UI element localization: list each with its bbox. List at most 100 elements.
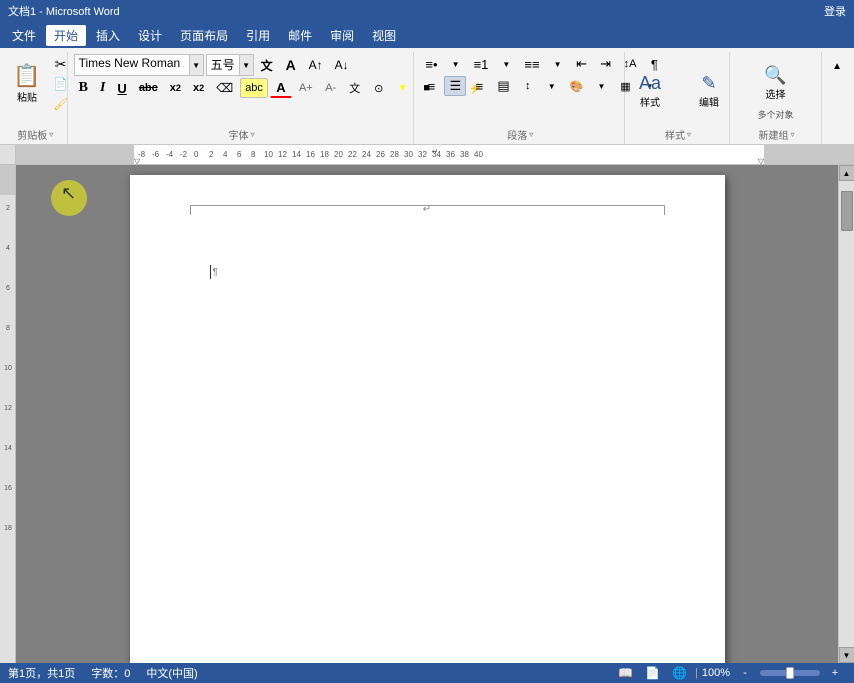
- svg-text:2: 2: [6, 205, 10, 212]
- font-label-button[interactable]: 文: [256, 55, 278, 75]
- svg-text:26: 26: [376, 150, 385, 159]
- multilevel-list-button[interactable]: ≡≡: [519, 54, 544, 74]
- menu-view[interactable]: 视图: [364, 25, 404, 46]
- numbering-button[interactable]: ≡1: [469, 54, 494, 74]
- vertical-scrollbar[interactable]: ▲ ▼: [838, 165, 854, 663]
- menu-review[interactable]: 审阅: [322, 25, 362, 46]
- strikethrough-button[interactable]: abc: [134, 78, 163, 98]
- scroll-thumb[interactable]: [841, 191, 853, 231]
- paste-button[interactable]: 📋 粘贴: [8, 54, 46, 114]
- scroll-up-button[interactable]: ▲: [839, 165, 854, 181]
- line-spacing-arrow[interactable]: ▼: [541, 76, 563, 96]
- page-header: ↵: [190, 205, 665, 206]
- align-center-button[interactable]: ☰: [444, 76, 466, 96]
- web-layout-button[interactable]: 🌐: [668, 663, 691, 683]
- decrease-indent-button[interactable]: ⇤: [571, 54, 593, 74]
- font-cjk-grow-button[interactable]: A+: [294, 78, 318, 98]
- font-cjk-shrink-button[interactable]: A-: [320, 78, 342, 98]
- svg-text:4: 4: [223, 150, 228, 159]
- page-info: 第1页，共1页: [8, 665, 75, 681]
- highlight-button[interactable]: abc: [240, 78, 268, 98]
- paragraph-expand-icon[interactable]: ▿: [529, 130, 533, 139]
- text-cursor-area[interactable]: ¶: [210, 265, 218, 279]
- document-page[interactable]: ↵ ¶ @keyframes blink { 0%,100%{opacity:1…: [130, 175, 725, 663]
- superscript-button[interactable]: x2: [188, 78, 209, 98]
- print-layout-button[interactable]: 📄: [641, 663, 664, 683]
- styles-label: 样式 ▿: [627, 127, 729, 142]
- font-size-text: 五号: [207, 55, 239, 75]
- italic-button[interactable]: I: [95, 78, 110, 98]
- shading-button[interactable]: 🎨: [565, 76, 589, 96]
- font-size-arrow[interactable]: ▼: [239, 55, 253, 75]
- text-cursor: [210, 265, 211, 279]
- svg-text:10: 10: [4, 365, 12, 372]
- vruler-svg: 2 4 6 8 10 12 14 16 18: [0, 165, 16, 663]
- phonetic-guide-button[interactable]: 文: [344, 78, 366, 98]
- menu-design[interactable]: 设计: [130, 25, 170, 46]
- zoom-slider[interactable]: [760, 670, 820, 676]
- align-left-button[interactable]: ≡: [420, 76, 442, 96]
- title-bar: 文档1 - Microsoft Word 登录: [0, 0, 854, 22]
- clear-format-button[interactable]: ⌫: [211, 78, 238, 98]
- styles-expand-icon[interactable]: ▿: [687, 130, 691, 139]
- menu-mail[interactable]: 邮件: [280, 25, 320, 46]
- styles-group: Aa 样式 ✎ 编辑 样式 ▿: [627, 52, 730, 144]
- styles-button[interactable]: Aa 样式: [620, 66, 680, 116]
- svg-text:8: 8: [251, 150, 256, 159]
- zoom-slider-thumb[interactable]: [786, 667, 794, 679]
- login-button[interactable]: 登录: [824, 3, 846, 19]
- font-a-button[interactable]: A: [280, 55, 302, 75]
- menu-insert[interactable]: 插入: [88, 25, 128, 46]
- multilevel-list-arrow[interactable]: ▼: [547, 54, 569, 74]
- align-right-button[interactable]: ≡: [468, 76, 490, 96]
- collapse-ribbon-button[interactable]: ▲: [826, 56, 848, 76]
- ribbon-collapse-area: ▲: [824, 52, 850, 144]
- increase-indent-button[interactable]: ⇥: [595, 54, 617, 74]
- bullets-arrow[interactable]: ▼: [445, 54, 467, 74]
- font-size-selector[interactable]: 五号 ▼: [206, 54, 254, 76]
- cursor-highlight: [51, 180, 87, 216]
- svg-text:16: 16: [4, 485, 12, 492]
- bullets-button[interactable]: ≡•: [420, 54, 442, 74]
- svg-text:40: 40: [474, 150, 483, 159]
- clipboard-expand-icon[interactable]: ▿: [49, 130, 53, 139]
- zoom-in-button[interactable]: +: [824, 663, 846, 683]
- cursor-arrow: ↖: [61, 183, 76, 204]
- font-expand-icon[interactable]: ▿: [251, 130, 255, 139]
- menu-home[interactable]: 开始: [46, 25, 86, 46]
- edit-button[interactable]: ✎ 编辑: [684, 66, 734, 116]
- menu-references[interactable]: 引用: [238, 25, 278, 46]
- svg-text:8: 8: [6, 325, 10, 332]
- scroll-track[interactable]: [840, 181, 854, 647]
- highlight-color-button[interactable]: ▼: [392, 78, 414, 98]
- svg-text:0: 0: [194, 150, 199, 159]
- document-area[interactable]: ↖ ↵ ¶ @keyframes blink: [16, 165, 838, 663]
- zoom-level: 100%: [702, 667, 730, 679]
- svg-text:24: 24: [362, 150, 371, 159]
- font-name-selector[interactable]: Times New Roman ▼: [74, 54, 204, 76]
- find-button[interactable]: 🔍 选择: [746, 62, 806, 104]
- line-spacing-button[interactable]: ↕: [517, 76, 539, 96]
- bold-button[interactable]: B: [74, 78, 93, 98]
- menu-file[interactable]: 文件: [4, 25, 44, 46]
- underline-button[interactable]: U: [112, 78, 131, 98]
- edit-icon: ✎: [701, 73, 716, 94]
- svg-text:10: 10: [264, 150, 273, 159]
- font-color-button[interactable]: A: [270, 78, 292, 98]
- font-name-arrow[interactable]: ▼: [189, 55, 203, 75]
- doc-title: 文档1 - Microsoft Word: [8, 3, 120, 19]
- font-grow-button[interactable]: A↑: [304, 55, 328, 75]
- svg-text:6: 6: [6, 285, 10, 292]
- zoom-out-button[interactable]: -: [734, 663, 756, 683]
- read-mode-button[interactable]: 📖: [614, 663, 637, 683]
- justify-button[interactable]: ▤: [492, 76, 514, 96]
- subscript-button[interactable]: x2: [165, 78, 186, 98]
- scroll-down-button[interactable]: ▼: [839, 647, 854, 663]
- menu-layout[interactable]: 页面布局: [172, 25, 236, 46]
- enclosed-char-button[interactable]: ⊙: [368, 78, 390, 98]
- svg-text:32: 32: [418, 150, 427, 159]
- font-shrink-button[interactable]: A↓: [330, 55, 354, 75]
- shading-arrow[interactable]: ▼: [590, 76, 612, 96]
- newgroup-expand-icon[interactable]: ▿: [791, 130, 795, 139]
- numbering-arrow[interactable]: ▼: [495, 54, 517, 74]
